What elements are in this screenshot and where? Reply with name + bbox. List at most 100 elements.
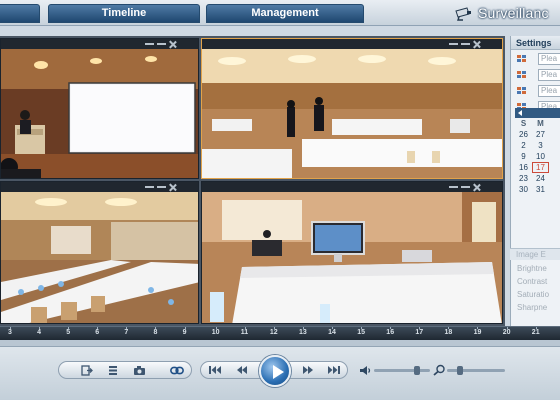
calendar-day[interactable]: 23 <box>515 173 532 184</box>
volume-slider-thumb[interactable] <box>414 366 420 375</box>
minimize-icon[interactable] <box>145 186 154 188</box>
timeline-tick-label: 16 <box>386 327 395 336</box>
skip-start-icon <box>209 366 221 374</box>
grid-icon <box>517 71 526 78</box>
export-button[interactable] <box>80 364 94 376</box>
restore-icon[interactable] <box>461 186 470 188</box>
timeline-tick-label: 6 <box>95 327 100 336</box>
viewport-titlebar <box>202 182 502 192</box>
zoom-slider-thumb[interactable] <box>457 366 464 375</box>
timeline-tick-label: 15 <box>357 327 365 336</box>
timeline-tick-label: 18 <box>444 327 453 336</box>
contrast-label: Contrast <box>517 277 548 286</box>
close-icon[interactable] <box>473 41 480 48</box>
timeline-scrollbar[interactable] <box>0 340 560 347</box>
video-grid <box>0 36 505 326</box>
video-viewport-3[interactable] <box>0 181 199 324</box>
grid-icon <box>517 55 526 62</box>
timeline-tick-label: 10 <box>211 327 220 336</box>
calendar-day[interactable]: 16 <box>515 162 532 173</box>
play-button[interactable] <box>259 355 291 387</box>
volume-slider[interactable] <box>374 366 430 375</box>
link-icon <box>170 366 184 374</box>
brand: Surveillanc <box>454 3 549 23</box>
timeline-tick-label: 8 <box>153 327 158 336</box>
settings-row: Plea <box>511 52 560 66</box>
calendar-day[interactable]: 24 <box>532 173 549 184</box>
video-viewport-4[interactable] <box>201 181 503 324</box>
restore-icon[interactable] <box>157 186 166 188</box>
minimize-icon[interactable] <box>145 43 154 45</box>
skip-end-icon <box>328 366 340 374</box>
fast-forward-button[interactable] <box>301 364 315 376</box>
export-icon <box>81 364 93 376</box>
tab-management[interactable]: Management <box>206 4 364 23</box>
timeline-tick-label: 12 <box>269 327 278 336</box>
timeline-tick-label: 4 <box>37 327 41 336</box>
rewind-icon <box>237 366 247 374</box>
calendar-weekdays: S M <box>515 118 560 129</box>
calendar-day[interactable]: 26 <box>515 129 532 140</box>
calendar-day[interactable]: 9 <box>515 151 532 162</box>
timeline-tick-label: 3 <box>8 327 12 336</box>
camera-feed-1 <box>1 49 198 178</box>
camera-icon <box>455 7 471 21</box>
calendar: S M 26 27 2 3 9 10 16 17 23 24 30 31 <box>515 108 560 195</box>
timeline-ruler[interactable]: 3 4 5 6 7 8 9 10 11 12 13 14 15 16 17 18 19 20 21 <box>0 326 560 340</box>
calendar-day[interactable]: 10 <box>532 151 549 162</box>
speaker-icon <box>359 365 370 375</box>
rewind-button[interactable] <box>235 364 249 376</box>
volume-button[interactable] <box>358 364 372 376</box>
video-viewport-1[interactable] <box>0 38 199 179</box>
calendar-header <box>515 108 560 118</box>
calendar-week: 9 10 <box>515 151 560 162</box>
timeline-tick-label: 9 <box>182 327 187 336</box>
close-icon[interactable] <box>169 41 176 48</box>
weekday-label: S <box>520 119 527 128</box>
sync-button[interactable] <box>170 364 184 376</box>
zoom-slider[interactable] <box>447 366 505 375</box>
calendar-week: 30 31 <box>515 184 560 195</box>
fast-forward-icon <box>303 366 313 374</box>
calendar-day[interactable]: 2 <box>515 140 532 151</box>
clip-list-button[interactable] <box>106 364 120 376</box>
skip-start-button[interactable] <box>208 364 222 376</box>
close-icon[interactable] <box>473 184 480 191</box>
minimize-icon[interactable] <box>449 43 458 45</box>
zoom-icon <box>432 364 445 376</box>
calendar-day-selected[interactable]: 17 <box>532 162 549 173</box>
viewport-titlebar <box>1 182 198 192</box>
prev-month-icon[interactable] <box>518 110 522 116</box>
close-icon[interactable] <box>169 184 176 191</box>
restore-icon[interactable] <box>461 43 470 45</box>
settings-field-1[interactable]: Plea <box>538 53 560 65</box>
calendar-day[interactable]: 30 <box>515 184 532 195</box>
camera-snapshot-icon <box>133 365 145 375</box>
skip-end-button[interactable] <box>327 364 341 376</box>
zoom-button[interactable] <box>432 364 446 376</box>
tab-stub[interactable] <box>0 4 40 23</box>
video-viewport-2[interactable] <box>201 38 503 179</box>
calendar-week: 2 3 <box>515 140 560 151</box>
camera-feed-3 <box>1 192 198 323</box>
camera-feed-2 <box>202 49 502 178</box>
snapshot-button[interactable] <box>132 364 146 376</box>
settings-row: Plea <box>511 84 560 98</box>
timeline-tick-label: 11 <box>240 327 249 336</box>
grid-icon <box>517 87 526 94</box>
timeline-tick-label: 21 <box>531 327 540 336</box>
settings-field-2[interactable]: Plea <box>538 69 560 81</box>
settings-field-3[interactable]: Plea <box>538 85 560 97</box>
restore-icon[interactable] <box>157 43 166 45</box>
timeline-tick-label: 7 <box>124 327 129 336</box>
tab-timeline[interactable]: Timeline <box>48 4 200 23</box>
calendar-week: 26 27 <box>515 129 560 140</box>
timeline-tick-label: 14 <box>328 327 336 336</box>
minimize-icon[interactable] <box>449 186 458 188</box>
calendar-day[interactable]: 31 <box>532 184 549 195</box>
image-panel-title[interactable]: Image E <box>510 248 560 260</box>
weekday-label: M <box>537 119 544 128</box>
top-bar: Timeline Management Surveillanc <box>0 0 560 26</box>
calendar-day[interactable]: 3 <box>532 140 549 151</box>
calendar-day[interactable]: 27 <box>532 129 549 140</box>
